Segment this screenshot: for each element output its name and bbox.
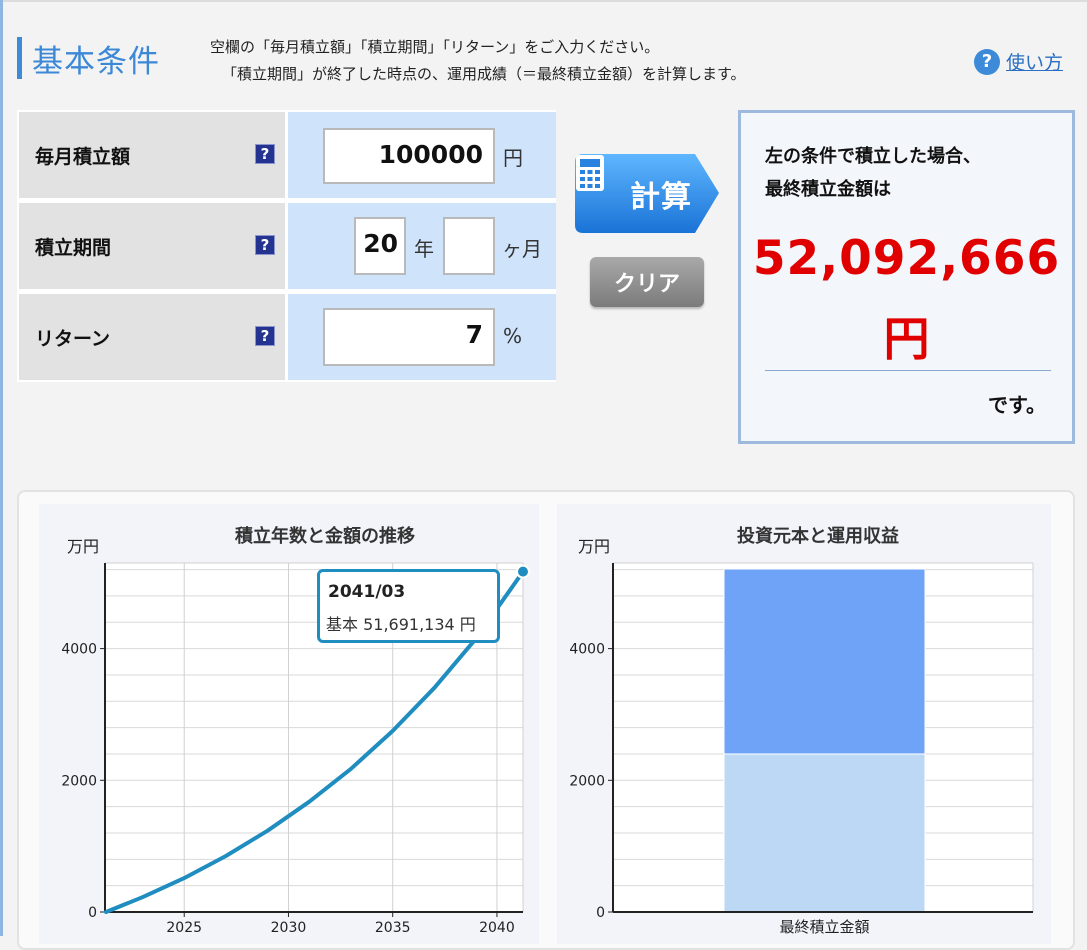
line-chart: 0 2000 4000 2025 2030 2035 2040 0 2000 4000 最終積立金額	[61, 562, 1034, 936]
bar-gain	[723, 568, 926, 755]
bar-y-tick-label: 0	[596, 905, 605, 921]
line-y-tick-label: 0	[88, 905, 97, 921]
line-x-tick-label: 2035	[375, 920, 411, 936]
line-y-tick-label: 4000	[61, 642, 97, 658]
line-y-tick-label: 2000	[61, 773, 97, 789]
bar-category-label: 最終積立金額	[779, 918, 869, 936]
chart-tooltip: 2041/03 基本 51,691,134 円	[317, 569, 500, 643]
line-x-tick-label: 2040	[479, 920, 515, 936]
bar-y-tick-label: 2000	[569, 773, 605, 789]
bar-y-tick-label: 4000	[569, 642, 605, 658]
line-x-tick-label: 2025	[166, 920, 202, 936]
bar-principal	[723, 753, 926, 913]
line-end-point	[516, 564, 530, 579]
tooltip-value: 基本 51,691,134 円	[326, 615, 476, 634]
line-x-tick-label: 2030	[271, 920, 307, 936]
tooltip-date: 2041/03	[328, 582, 406, 602]
